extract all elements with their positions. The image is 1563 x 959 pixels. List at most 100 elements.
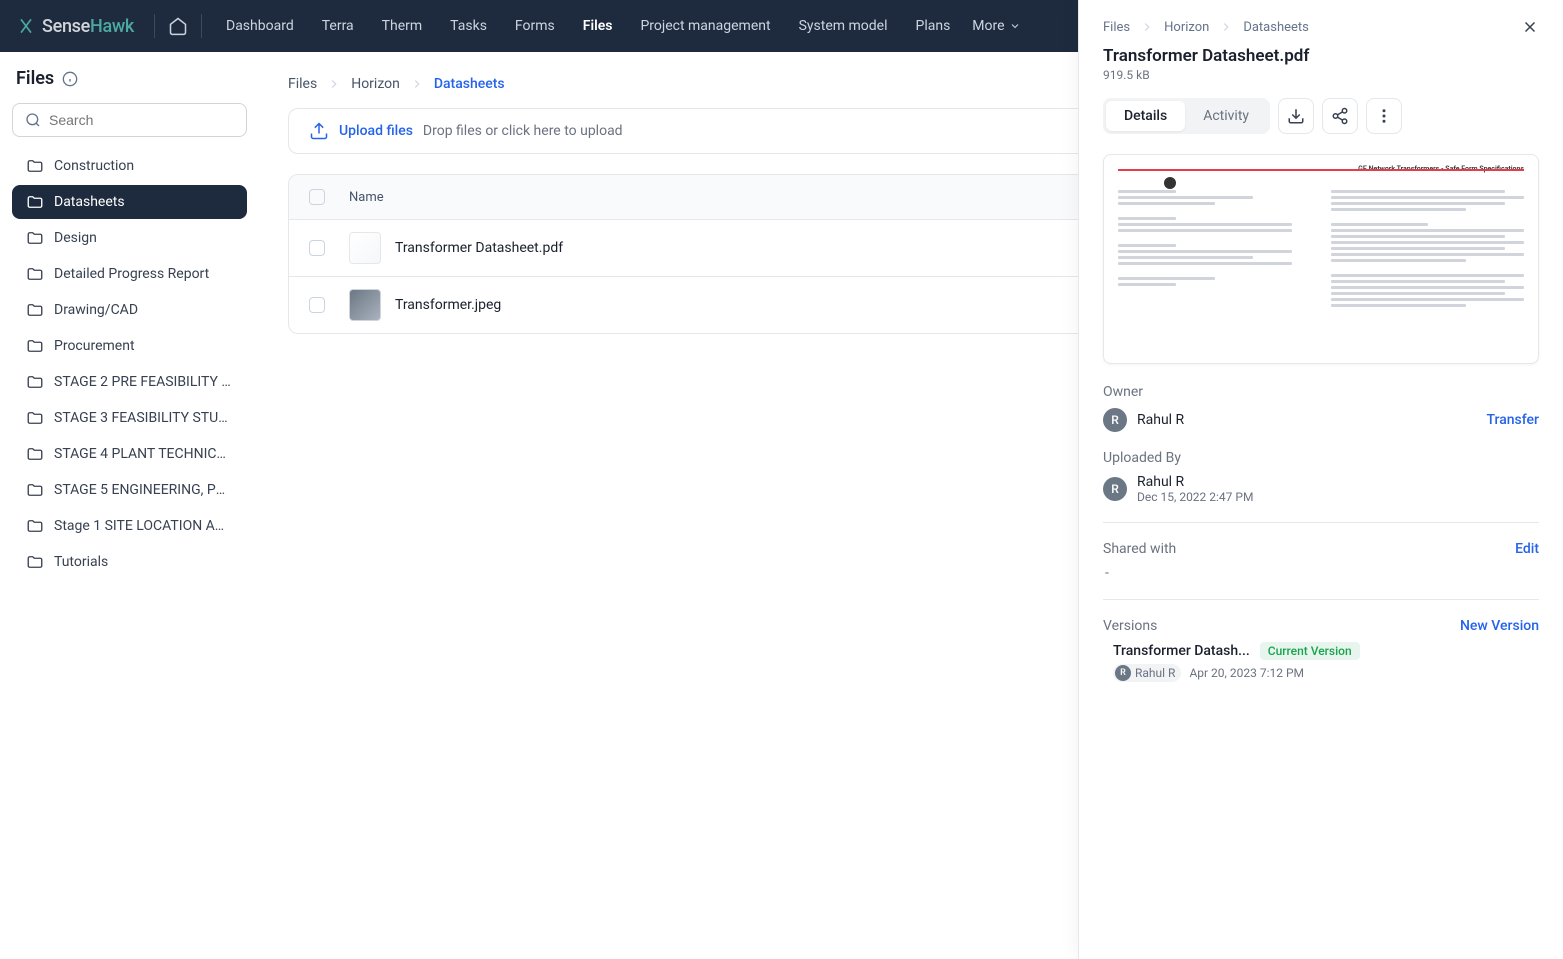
sidebar-folder[interactable]: STAGE 2 PRE FEASIBILITY S...	[12, 365, 247, 399]
brand-logo[interactable]: SenseHawk	[16, 16, 148, 37]
panel-breadcrumb-item[interactable]: Horizon	[1164, 20, 1209, 35]
version-badge: Current Version	[1260, 642, 1360, 660]
version-date: Apr 20, 2023 7:12 PM	[1189, 666, 1304, 680]
sidebar-folder[interactable]: Procurement	[12, 329, 247, 363]
sidebar-folder[interactable]: Tutorials	[12, 545, 247, 579]
folder-icon	[26, 373, 44, 391]
nav-item-files[interactable]: Files	[571, 10, 625, 42]
nav-divider	[154, 14, 155, 38]
select-all-checkbox[interactable]	[309, 189, 325, 205]
nav-item-dashboard[interactable]: Dashboard	[214, 10, 306, 42]
folder-icon	[26, 229, 44, 247]
more-options-button[interactable]	[1366, 98, 1402, 134]
sidebar-folder[interactable]: Datasheets	[12, 185, 247, 219]
nav-item-system-model[interactable]: System model	[787, 10, 900, 42]
file-thumbnail	[349, 289, 381, 321]
info-icon[interactable]	[62, 71, 78, 87]
file-details-panel: Files Horizon Datasheets Transformer Datas…	[1078, 0, 1563, 959]
version-name: Transformer Datash...	[1113, 643, 1250, 659]
search-input[interactable]	[49, 112, 234, 128]
upload-link: Upload files	[339, 123, 413, 139]
close-icon	[1521, 18, 1539, 36]
shared-with-label: Shared with	[1103, 541, 1176, 557]
panel-title: Transformer Datasheet.pdf	[1103, 46, 1539, 66]
nav-item-project-management[interactable]: Project management	[628, 10, 782, 42]
share-icon	[1331, 107, 1349, 125]
sidebar-folder[interactable]: STAGE 5 ENGINEERING, PR...	[12, 473, 247, 507]
sidebar-folder[interactable]: Drawing/CAD	[12, 293, 247, 327]
folder-icon	[26, 157, 44, 175]
folder-icon	[26, 265, 44, 283]
folder-label: Construction	[54, 158, 134, 174]
folder-label: Stage 1 SITE LOCATION AN...	[54, 518, 233, 534]
folder-label: STAGE 5 ENGINEERING, PR...	[54, 482, 233, 498]
home-icon	[168, 16, 188, 36]
folder-list: Construction Datasheets Design Detailed Pro…	[12, 149, 247, 579]
sidebar-folder[interactable]: Design	[12, 221, 247, 255]
tab-details[interactable]: Details	[1106, 101, 1185, 131]
sidebar-folder[interactable]: STAGE 3 FEASIBILITY STUDY	[12, 401, 247, 435]
file-thumbnail	[349, 232, 381, 264]
owner-name: Rahul R	[1137, 412, 1184, 428]
nav-item-tasks[interactable]: Tasks	[438, 10, 499, 42]
nav-item-plans[interactable]: Plans	[903, 10, 962, 42]
share-button[interactable]	[1322, 98, 1358, 134]
owner-avatar: R	[1103, 408, 1127, 432]
transfer-button[interactable]: Transfer	[1486, 412, 1539, 428]
row-checkbox[interactable]	[309, 297, 325, 313]
new-version-button[interactable]: New Version	[1460, 618, 1539, 634]
breadcrumb-item[interactable]: Files	[288, 76, 317, 92]
owner-label: Owner	[1103, 384, 1143, 400]
more-vertical-icon	[1375, 107, 1393, 125]
home-button[interactable]	[161, 9, 195, 43]
version-user: Rahul R	[1135, 666, 1175, 680]
sidebar: Files Construction Datasheets Design Detail…	[0, 52, 260, 959]
brand-text: SenseHawk	[42, 16, 134, 37]
panel-breadcrumb-item[interactable]: Datasheets	[1243, 20, 1309, 35]
row-checkbox[interactable]	[309, 240, 325, 256]
sidebar-folder[interactable]: STAGE 4 PLANT TECHNICA...	[12, 437, 247, 471]
sidebar-folder[interactable]: Construction	[12, 149, 247, 183]
folder-icon	[26, 481, 44, 499]
search-icon	[25, 112, 41, 128]
folder-icon	[26, 193, 44, 211]
file-name: Transformer Datasheet.pdf	[395, 240, 563, 256]
page-title: Files	[16, 68, 54, 89]
search-box[interactable]	[12, 103, 247, 137]
chevron-right-icon	[410, 77, 424, 91]
upload-hint: Drop files or click here to upload	[423, 123, 623, 139]
version-item[interactable]: Transformer Datash... Current Version R …	[1103, 642, 1539, 682]
folder-label: STAGE 2 PRE FEASIBILITY S...	[54, 374, 233, 390]
folder-icon	[26, 445, 44, 463]
edit-sharing-button[interactable]: Edit	[1515, 541, 1539, 557]
close-panel-button[interactable]	[1521, 18, 1539, 36]
column-name[interactable]: Name	[349, 190, 1174, 205]
tab-activity[interactable]: Activity	[1185, 101, 1267, 131]
panel-file-size: 919.5 kB	[1103, 68, 1539, 82]
folder-label: STAGE 4 PLANT TECHNICA...	[54, 446, 233, 462]
panel-breadcrumb-item[interactable]: Files	[1103, 20, 1130, 35]
folder-label: Detailed Progress Report	[54, 266, 209, 282]
folder-label: STAGE 3 FEASIBILITY STUDY	[54, 410, 233, 426]
sidebar-folder[interactable]: Stage 1 SITE LOCATION AN...	[12, 509, 247, 543]
document-preview[interactable]: GE Network Transformers - Safe Form Spec…	[1103, 154, 1539, 364]
download-button[interactable]	[1278, 98, 1314, 134]
nav-item-therm[interactable]: Therm	[370, 10, 435, 42]
nav-item-terra[interactable]: Terra	[310, 10, 366, 42]
file-name: Transformer.jpeg	[395, 297, 501, 313]
folder-icon	[26, 301, 44, 319]
folder-icon	[26, 517, 44, 535]
nav-more[interactable]: More	[962, 10, 1030, 42]
uploaded-by-label: Uploaded By	[1103, 450, 1181, 466]
folder-icon	[26, 553, 44, 571]
folder-label: Design	[54, 230, 97, 246]
folder-icon	[26, 337, 44, 355]
version-avatar: R	[1115, 665, 1131, 681]
panel-breadcrumb: Files Horizon Datasheets	[1103, 18, 1539, 36]
nav-item-forms[interactable]: Forms	[503, 10, 567, 42]
folder-label: Drawing/CAD	[54, 302, 138, 318]
sidebar-folder[interactable]: Detailed Progress Report	[12, 257, 247, 291]
breadcrumb-item[interactable]: Horizon	[351, 76, 400, 92]
chevron-right-icon	[1140, 20, 1154, 34]
download-icon	[1287, 107, 1305, 125]
